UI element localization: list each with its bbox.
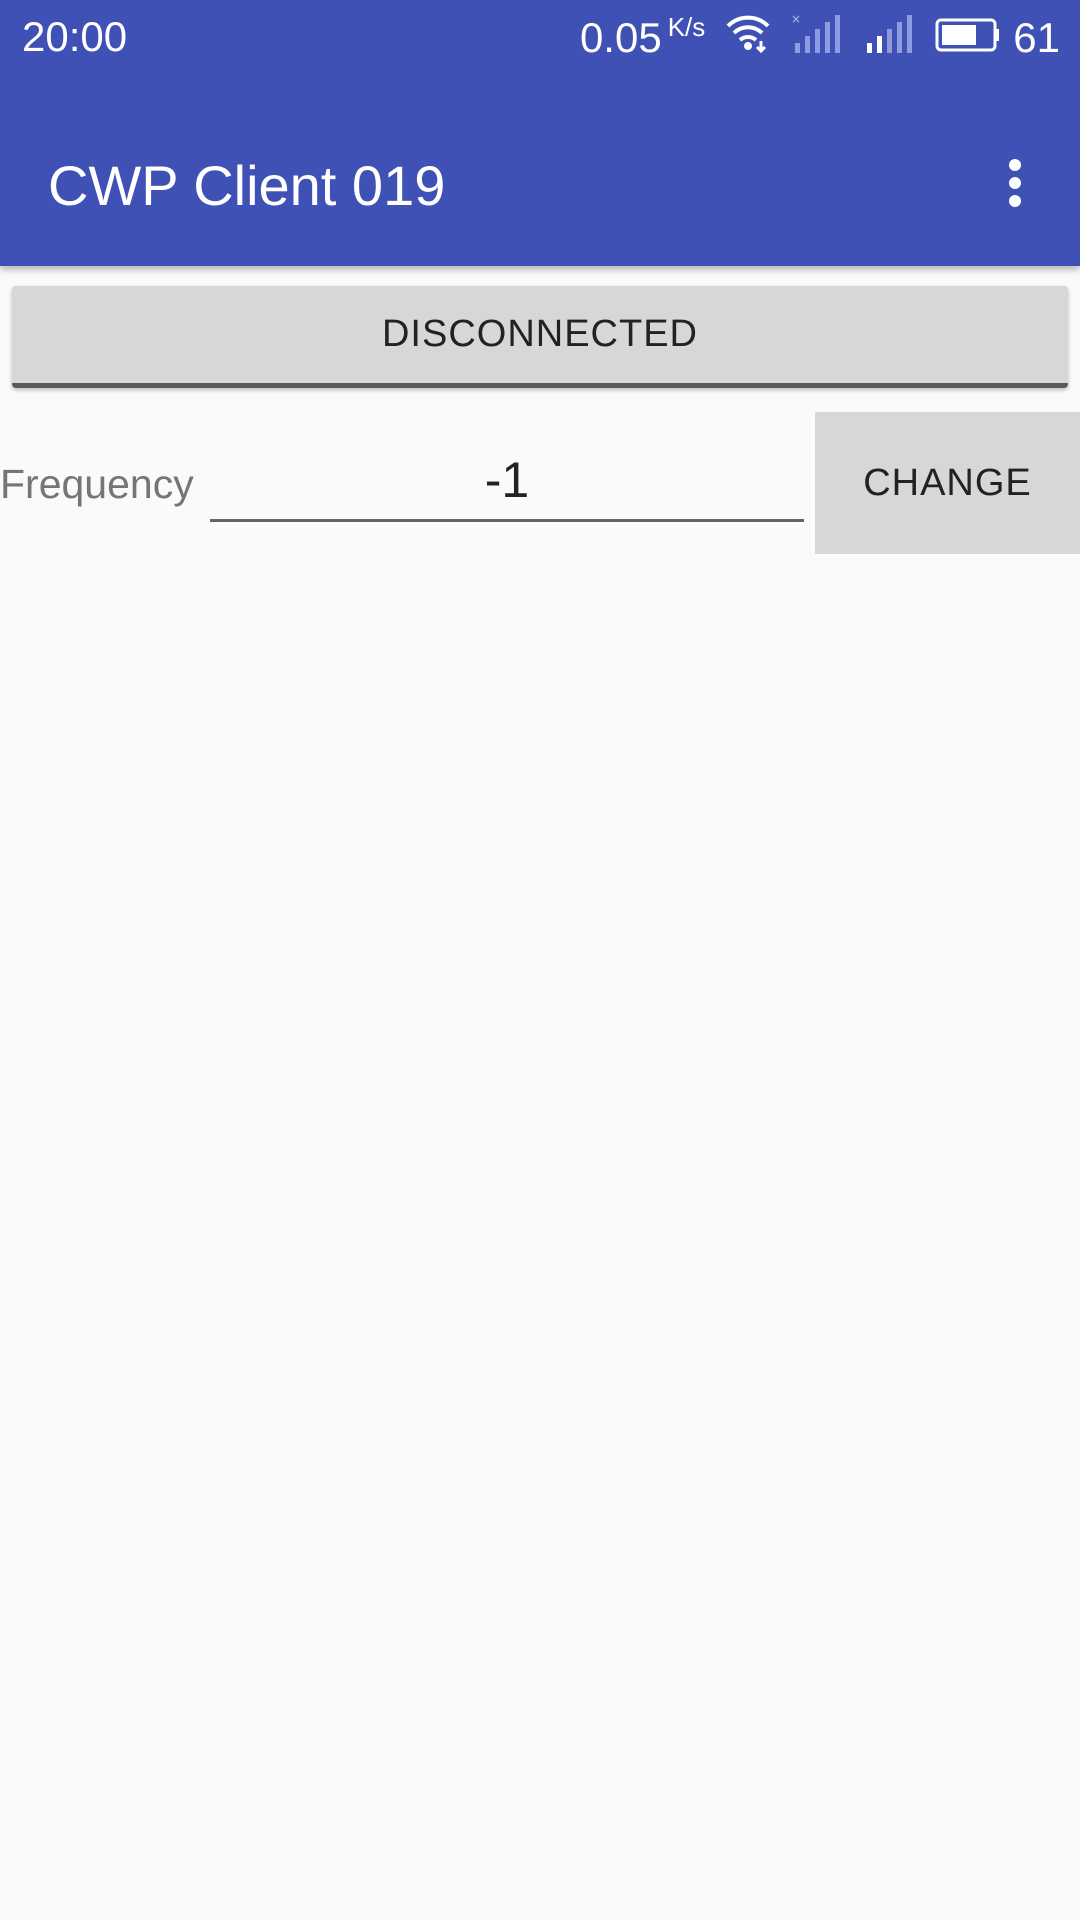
frequency-label: Frequency — [0, 461, 194, 507]
app-bar: CWP Client 019 — [0, 75, 1080, 266]
change-button[interactable]: CHANGE — [815, 412, 1080, 554]
status-icons: 0.05 K/s × 61 — [580, 12, 1060, 64]
net-speed-unit: K/s — [667, 12, 706, 42]
status-bar: 20:00 0.05 K/s × 61 — [0, 0, 1080, 75]
wifi-icon — [725, 13, 771, 63]
connection-status-button[interactable]: DISCONNECTED — [12, 286, 1068, 388]
net-speed: 0.05 K/s — [580, 14, 705, 62]
signal-icon-no-service: × — [791, 12, 843, 63]
overflow-menu-icon — [1008, 158, 1022, 213]
frequency-input[interactable] — [210, 440, 804, 522]
overflow-menu-button[interactable] — [990, 150, 1040, 220]
net-speed-value: 0.05 — [579, 14, 662, 61]
battery-level: 61 — [1013, 14, 1060, 61]
status-time: 20:00 — [22, 13, 128, 60]
app-title: CWP Client 019 — [48, 154, 446, 217]
battery: 61 — [935, 14, 1060, 62]
signal-icon — [863, 13, 915, 63]
svg-text:×: × — [791, 13, 801, 26]
battery-icon — [935, 14, 1001, 62]
